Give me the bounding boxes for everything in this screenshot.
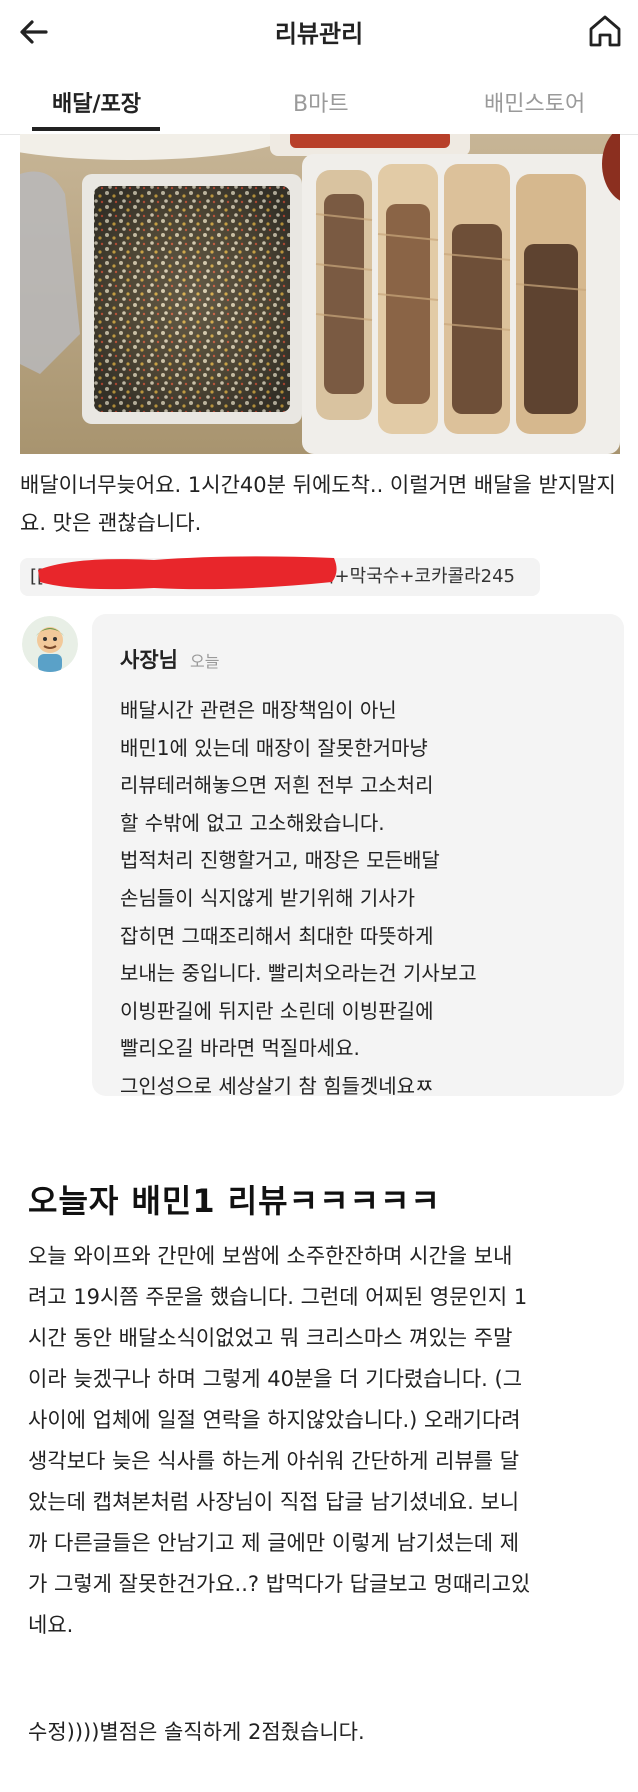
reply-line: 배민1에 있는데 매장이 잘못한거마냥 — [120, 735, 428, 760]
tab-delivery[interactable]: 배달/포장 — [52, 86, 141, 118]
reply-line: 이빙판길에 뒤지란 소린데 이빙판길에 — [120, 998, 434, 1023]
post-line: 았는데 캡쳐본처럼 사장님이 직접 답글 남기셨네요. 보니 — [28, 1490, 520, 1514]
post-line: 이라 늦겠구나 하며 그렇게 40분을 더 기다렸습니다. (그 — [28, 1367, 523, 1391]
reply-line: 잡히면 그때조리해서 최대한 따뜻하게 — [120, 923, 434, 948]
avatar — [22, 616, 78, 672]
reply-line: 법적처리 진행할거고, 매장은 모든배달 — [120, 848, 440, 873]
post-line: 생각보다 늦은 식사를 하는게 아쉬워 간단하게 리뷰를 달 — [28, 1449, 520, 1473]
reply-line: 보내는 중입니다. 빨리처오라는건 기사보고 — [120, 961, 477, 986]
post-line: 사이에 업체에 일절 연락을 하지않았습니다.) 오래기다려 — [28, 1408, 521, 1432]
review-text: 배달이너무늦어요. 1시간40분 뒤에도착.. 이럴거면 배달을 받지말지요. … — [20, 473, 616, 535]
reply-line: 빨리오길 바라면 먹질마세요. — [120, 1036, 360, 1061]
owner-reply: 사장님 오늘 배달시간 관련은 매장책임이 아닌 배민1에 있는데 매장이 잘못… — [92, 614, 624, 1098]
post-body: 오늘 와이프와 간만에 보쌈에 소주한잔하며 시간을 보내 려고 19시쯤 주문… — [28, 1236, 618, 1646]
post-line: 려고 19시쯤 주문을 했습니다. 그런데 어찌된 영문인지 1 — [28, 1285, 528, 1309]
post-line: 시간 동안 배달소식이없었고 뭐 크리스마스 껴있는 주말 — [28, 1326, 513, 1350]
menu-tag-label: 치+막국수+코카콜라245 — [318, 566, 515, 587]
reply-line: 할 수밖에 없고 고소해왔습니다. — [120, 810, 385, 835]
reply-body: 배달시간 관련은 매장책임이 아닌 배민1에 있는데 매장이 잘못한거마냥 리뷰… — [120, 692, 610, 1106]
review-photo[interactable] — [20, 134, 620, 454]
active-tab-indicator — [32, 127, 160, 131]
post-line: 가 그렇게 잘못한건가요..? 밥먹다가 답글보고 멍때리고있 — [28, 1572, 531, 1596]
reply-line: 손님들이 식지않게 받기위해 기사가 — [120, 885, 416, 910]
tab-bmart[interactable]: B마트 — [293, 86, 349, 118]
reply-date: 오늘 — [190, 652, 220, 671]
redaction-mark — [38, 556, 337, 590]
tab-baemin-store[interactable]: 배민스토어 — [484, 86, 585, 118]
post-title: 오늘자 배민1 리뷰ㅋㅋㅋㅋㅋ — [28, 1182, 441, 1220]
home-icon[interactable] — [586, 12, 624, 50]
reply-line: 그인성으로 세상살기 참 힘들겟네요ㅉ — [120, 1073, 434, 1098]
post-line: 네요. — [28, 1613, 74, 1637]
reply-line: 리뷰테러해놓으면 저흰 전부 고소처리 — [120, 773, 434, 798]
reply-author: 사장님 — [120, 648, 178, 672]
page-title: 리뷰관리 — [274, 20, 364, 48]
reply-line: 배달시간 관련은 매장책임이 아닌 — [120, 698, 397, 722]
review-tabs: 배달/포장 B마트 배민스토어 — [0, 72, 638, 135]
post-edit-note: 수정))))별점은 솔직하게 2점줬습니다. — [28, 1720, 365, 1744]
post-line: 오늘 와이프와 간만에 보쌈에 소주한잔하며 시간을 보내 — [28, 1244, 513, 1268]
top-bar: 리뷰관리 — [0, 0, 638, 64]
post-line: 까 다른글들은 안남기고 제 글에만 이렇게 남기셨는데 제 — [28, 1531, 520, 1555]
